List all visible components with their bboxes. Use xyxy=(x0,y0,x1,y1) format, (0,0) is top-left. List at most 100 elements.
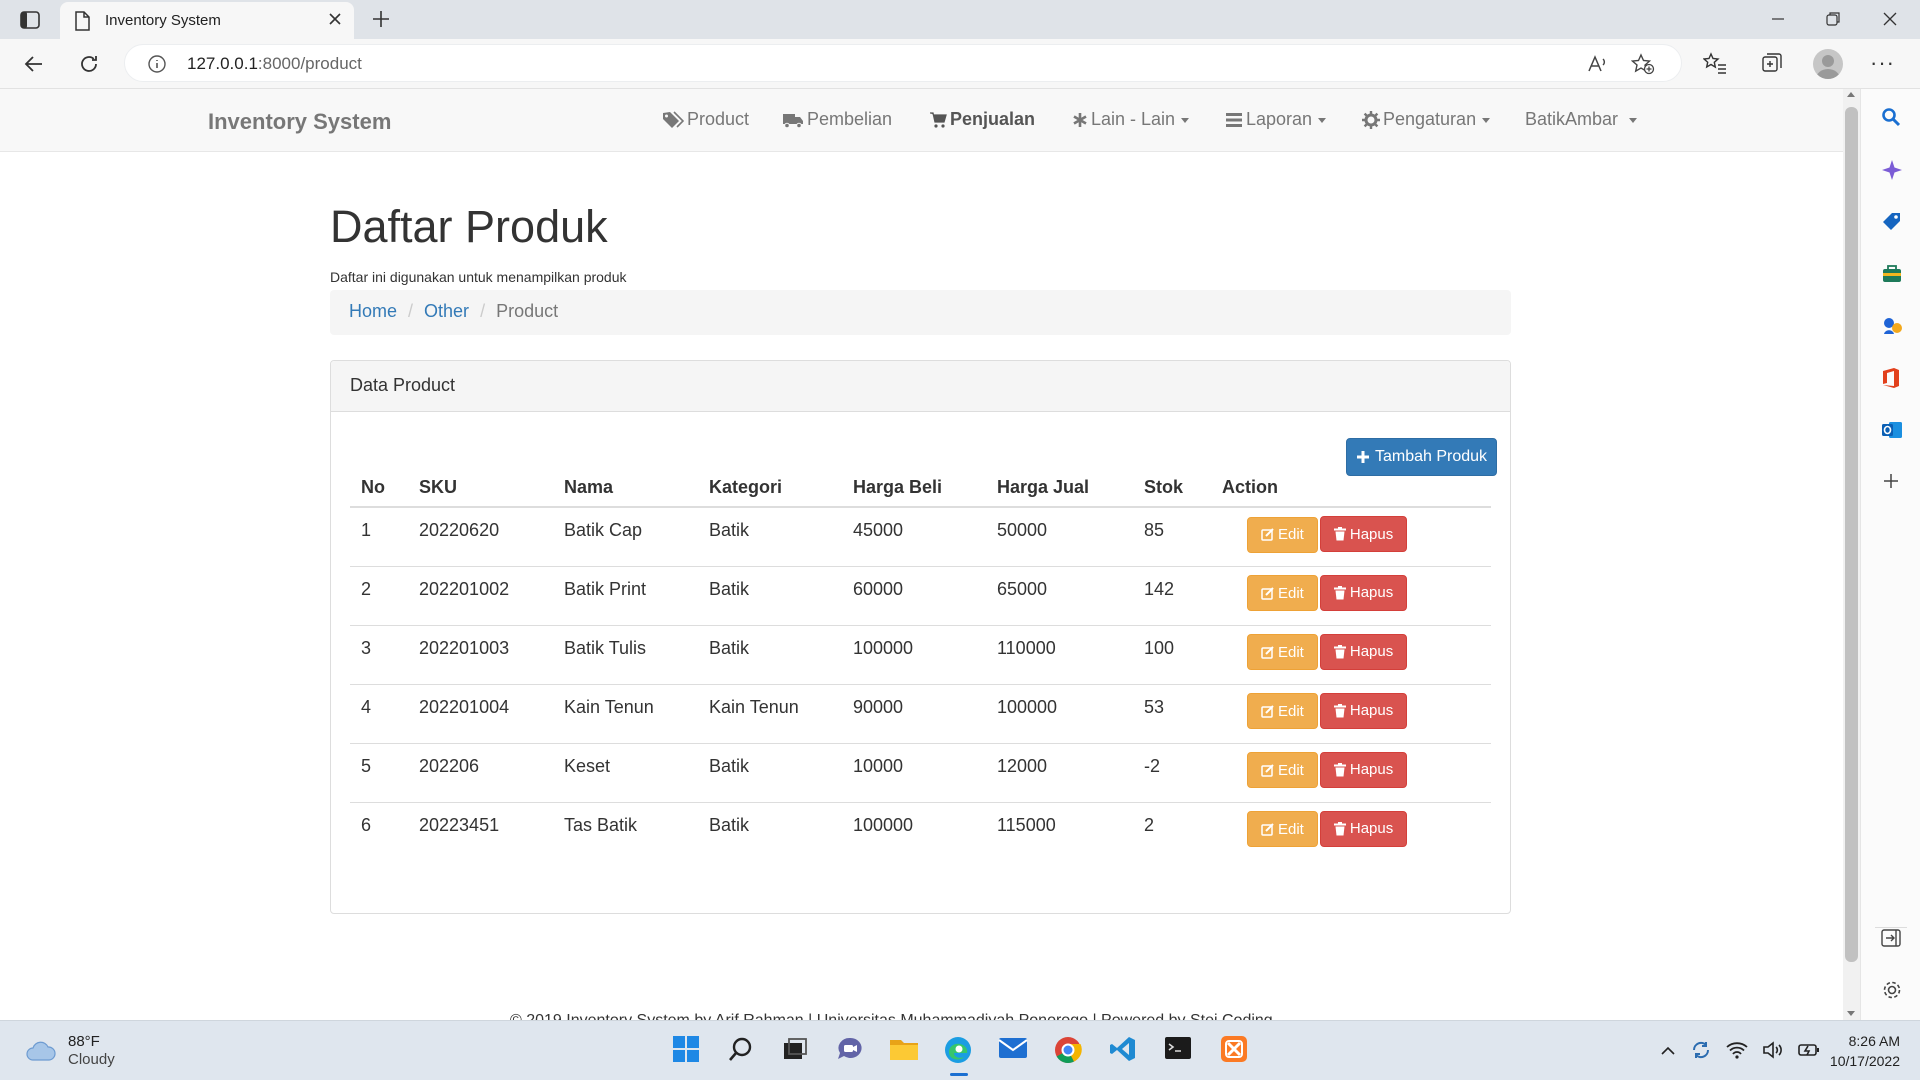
collections-icon[interactable] xyxy=(1760,51,1784,75)
vscode-icon[interactable] xyxy=(1109,1035,1137,1063)
column-header: Action xyxy=(1211,469,1491,508)
top-navbar: Inventory System Product Pembelian Penju… xyxy=(0,89,1843,152)
stock-cell: -2 xyxy=(1133,742,1211,802)
nav-pembelian[interactable]: Pembelian xyxy=(782,109,892,130)
close-tab-icon[interactable] xyxy=(328,12,342,26)
copilot-icon[interactable] xyxy=(1881,159,1903,181)
xampp-icon[interactable] xyxy=(1220,1035,1248,1063)
task-view-icon[interactable] xyxy=(781,1035,809,1063)
add-sidebar-app-icon[interactable] xyxy=(1881,471,1901,491)
new-tab-icon[interactable] xyxy=(370,8,392,30)
weather-widget[interactable]: 88°F Cloudy xyxy=(24,1033,115,1069)
breadcrumb-home[interactable]: Home xyxy=(349,301,397,324)
row-number: 1 xyxy=(361,520,372,540)
clock-date: 10/17/2022 xyxy=(1829,1053,1900,1069)
table-row: 4 202201004 Kain Tenun Kain Tenun 90000 10000… xyxy=(350,683,1491,743)
edit-button[interactable]: Edit xyxy=(1247,575,1318,611)
brand-link[interactable]: Inventory System xyxy=(208,109,391,135)
url-field[interactable]: 127.0.0.1:8000/product xyxy=(124,44,1682,82)
add-favorite-icon[interactable] xyxy=(1631,53,1655,75)
sync-icon[interactable] xyxy=(1690,1039,1712,1061)
windows-start-icon[interactable] xyxy=(672,1035,700,1063)
breadcrumb-separator: / xyxy=(408,301,414,321)
scroll-down-icon[interactable] xyxy=(1847,1011,1855,1016)
edit-button[interactable]: Edit xyxy=(1247,693,1318,729)
reload-icon[interactable] xyxy=(77,52,101,76)
games-icon[interactable] xyxy=(1881,315,1903,337)
wifi-icon[interactable] xyxy=(1726,1041,1748,1059)
row-number: 5 xyxy=(350,742,408,802)
read-aloud-icon[interactable] xyxy=(1587,54,1609,74)
delete-button[interactable]: Hapus xyxy=(1319,692,1408,729)
system-clock[interactable]: 8:26 AM 10/17/2022 xyxy=(1822,1031,1900,1071)
tab-actions-icon[interactable] xyxy=(18,9,42,31)
nav-penjualan[interactable]: Penjualan xyxy=(929,109,1035,130)
trash-icon xyxy=(1333,703,1346,718)
taskbar-search-icon[interactable] xyxy=(727,1035,755,1063)
office-icon[interactable] xyxy=(1881,367,1901,389)
shopping-tag-icon[interactable] xyxy=(1881,211,1903,233)
scroll-up-icon[interactable] xyxy=(1847,92,1855,97)
buy-price-cell: 100000 xyxy=(842,624,986,684)
settings-gear-icon[interactable] xyxy=(1881,979,1903,1001)
minimize-icon[interactable] xyxy=(1768,9,1788,29)
breadcrumb-other[interactable]: Other xyxy=(424,301,469,324)
row-number: 6 xyxy=(350,801,408,861)
site-info-icon[interactable] xyxy=(147,54,167,74)
action-cell: Edit Hapus xyxy=(1211,624,1491,684)
file-explorer-icon[interactable] xyxy=(889,1035,919,1063)
edge-browser-icon[interactable] xyxy=(943,1035,973,1065)
teams-chat-icon[interactable] xyxy=(835,1035,865,1063)
volume-icon[interactable] xyxy=(1762,1041,1784,1059)
close-window-icon[interactable] xyxy=(1880,9,1900,29)
url-text: 127.0.0.1:8000/product xyxy=(187,54,362,74)
chevron-down-icon xyxy=(1629,118,1638,123)
edit-icon xyxy=(1261,586,1274,600)
restore-icon[interactable] xyxy=(1823,9,1843,29)
category-cell: Batik xyxy=(698,565,842,625)
more-menu-icon[interactable]: ··· xyxy=(1870,51,1895,75)
favorites-icon[interactable] xyxy=(1703,51,1727,75)
browser-tab[interactable]: Inventory System xyxy=(60,2,354,39)
edit-button[interactable]: Edit xyxy=(1247,634,1318,670)
back-arrow-icon[interactable] xyxy=(22,52,46,76)
outlook-icon[interactable] xyxy=(1881,419,1903,441)
url-host: 127.0.0.1 xyxy=(187,54,258,73)
hide-sidebar-icon[interactable] xyxy=(1881,929,1901,947)
scroll-thumb[interactable] xyxy=(1845,107,1858,962)
delete-button[interactable]: Hapus xyxy=(1319,574,1408,611)
name-cell: Tas Batik xyxy=(553,801,698,861)
buy-price-cell: 100000 xyxy=(842,801,986,861)
nav-user-menu[interactable]: BatikAmbar xyxy=(1525,109,1638,130)
name-cell: Batik Tulis xyxy=(553,624,698,684)
profile-avatar-icon[interactable] xyxy=(1813,49,1843,79)
table-row: 5 202206 Keset Batik 10000 12000 -2 Edit Hapus xyxy=(350,742,1491,802)
show-hidden-icons-icon[interactable] xyxy=(1660,1044,1676,1056)
sku-cell: 202201003 xyxy=(408,624,553,684)
weather-condition: Cloudy xyxy=(68,1051,115,1068)
row-number: 4 xyxy=(350,683,408,743)
nav-lain-lain[interactable]: Lain - Lain xyxy=(1072,109,1190,130)
edit-button[interactable]: Edit xyxy=(1247,516,1318,553)
cart-icon xyxy=(929,111,947,129)
scrollbar[interactable] xyxy=(1843,89,1860,1020)
edit-button[interactable]: Edit xyxy=(1247,811,1318,847)
sell-price-cell: 115000 xyxy=(986,801,1133,861)
add-product-label: Tambah Produk xyxy=(1374,448,1488,465)
chrome-icon[interactable] xyxy=(1053,1035,1083,1065)
mail-icon[interactable] xyxy=(998,1035,1028,1061)
delete-button[interactable]: Hapus xyxy=(1319,751,1408,788)
search-icon[interactable] xyxy=(1881,107,1901,127)
action-cell: Edit Hapus xyxy=(1211,801,1491,861)
delete-button[interactable]: Hapus xyxy=(1319,633,1408,670)
nav-laporan[interactable]: Laporan xyxy=(1225,109,1327,130)
battery-charging-icon[interactable] xyxy=(1798,1041,1820,1059)
tools-briefcase-icon[interactable] xyxy=(1881,263,1903,285)
nav-pengaturan[interactable]: Pengaturan xyxy=(1362,109,1491,130)
nav-product[interactable]: Product xyxy=(662,109,749,130)
sku-cell: 202206 xyxy=(408,742,553,802)
delete-button[interactable]: Hapus xyxy=(1319,516,1408,552)
delete-button[interactable]: Hapus xyxy=(1319,810,1408,847)
terminal-icon[interactable] xyxy=(1164,1035,1192,1061)
edit-button[interactable]: Edit xyxy=(1247,752,1318,788)
